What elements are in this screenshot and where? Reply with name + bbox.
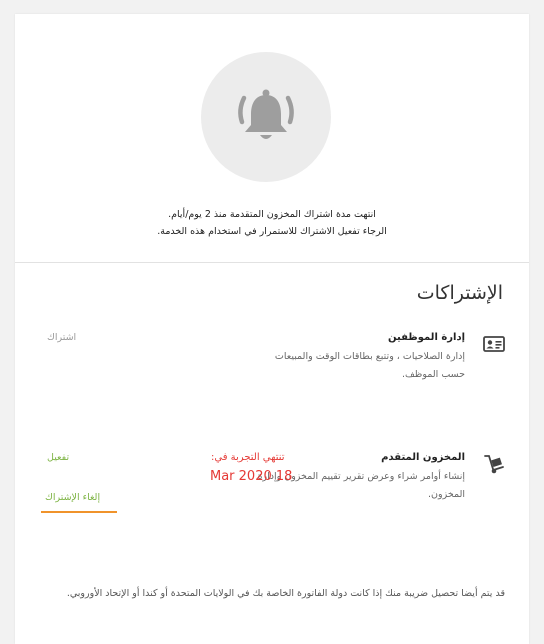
cancel-subscription-underline bbox=[41, 511, 117, 513]
trial-end-label: تنتهي التجربة في: bbox=[211, 452, 285, 463]
id-card-icon bbox=[483, 336, 505, 356]
subscription-name: المخزون المتقدم bbox=[381, 452, 465, 463]
subscriptions-title: الإشتراكات bbox=[416, 282, 503, 304]
expiry-notice-line-1: انتهت مدة اشتراك المخزون المتقدمة منذ 2 … bbox=[168, 209, 376, 220]
bell-badge bbox=[201, 52, 331, 182]
trial-end-date: Mar 2020 18 bbox=[210, 469, 293, 484]
expiry-notice-line-2: الرجاء تفعيل الاشتراك للاستمرار في استخد… bbox=[157, 226, 387, 237]
subscription-description: إدارة الصلاحيات ، وتتبع بطاقات الوقت وال… bbox=[274, 351, 465, 380]
bell-icon bbox=[238, 89, 294, 139]
tax-footnote: قد يتم أيضا تحصيل ضريبة منك إذا كانت دول… bbox=[66, 588, 505, 599]
subscription-name: إدارة الموظفين bbox=[388, 332, 465, 343]
subscription-card: انتهت مدة اشتراك المخزون المتقدمة منذ 2 … bbox=[15, 14, 529, 644]
expiry-notice: انتهت مدة اشتراك المخزون المتقدمة منذ 2 … bbox=[15, 206, 529, 240]
cancel-subscription-link[interactable]: إلغاء الإشتراك bbox=[45, 492, 100, 503]
divider bbox=[15, 262, 529, 263]
subscribe-link[interactable]: اشتراك bbox=[47, 332, 76, 343]
hand-truck-icon bbox=[483, 454, 505, 478]
activate-link[interactable]: تفعيل bbox=[47, 452, 69, 463]
